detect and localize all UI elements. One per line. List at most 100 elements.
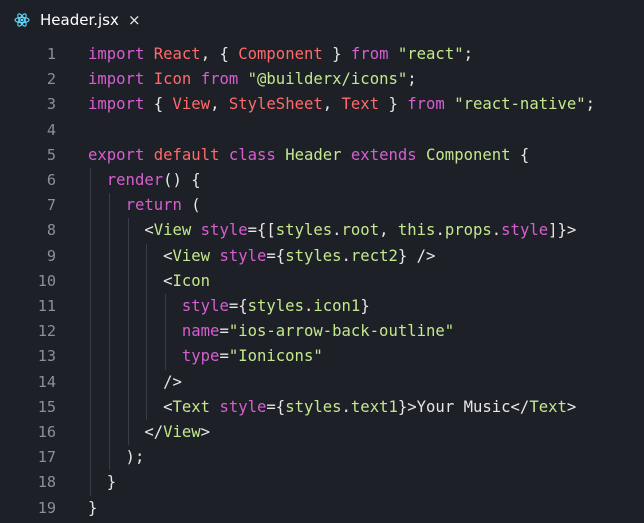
code-token: } <box>322 45 351 63</box>
code-text: import Icon from "@builderx/icons"; <box>88 67 417 92</box>
code-token: Component <box>238 45 323 63</box>
code-text: export default class Header extends Comp… <box>88 143 529 168</box>
line-number: 13 <box>37 347 56 366</box>
code-token: { <box>144 95 173 114</box>
code-line: 13 type="Ionicons" <box>0 344 644 369</box>
code-token: ; <box>407 70 417 89</box>
code-token: View <box>153 221 192 240</box>
code-token: Component <box>426 145 511 164</box>
tab-label: Header.jsx <box>40 11 119 29</box>
code-text: import React, { Component } from "react"… <box>88 42 473 67</box>
code-token: styles <box>285 246 342 265</box>
code-line: 17 ); <box>0 445 644 470</box>
line-number: 11 <box>37 297 56 315</box>
code-token: > <box>200 423 211 441</box>
code-line: 4 <box>0 118 644 143</box>
code-token: from <box>407 95 445 114</box>
code-token: ={ <box>228 297 248 315</box>
code-token: type <box>181 347 220 366</box>
code-token: render <box>106 171 164 189</box>
code-token: View <box>163 423 201 441</box>
code-token: props <box>444 221 492 240</box>
code-token: , { <box>200 45 239 63</box>
code-token: < <box>88 246 173 265</box>
code-token: "@builderx/icons" <box>247 70 408 89</box>
line-number: 8 <box>46 221 56 240</box>
code-token: Header <box>285 145 342 164</box>
code-token: } <box>360 297 370 315</box>
line-number: 16 <box>37 423 56 441</box>
code-token: "ios-arrow-back-outline" <box>228 322 455 341</box>
code-line: 9 <View style={styles.rect2} /> <box>0 244 644 269</box>
line-number: 17 <box>37 448 56 467</box>
line-number: 18 <box>37 473 56 492</box>
tab-header-jsx[interactable]: Header.jsx × <box>0 0 160 40</box>
code-token: ); <box>88 448 145 467</box>
code-token: icon1 <box>313 297 361 315</box>
close-icon[interactable]: × <box>128 10 141 30</box>
line-number: 14 <box>37 372 56 391</box>
code-text: import { View, StyleSheet, Text } from "… <box>88 92 595 117</box>
line-number: 19 <box>37 498 56 517</box>
code-line: 15 <Text style={styles.text1}>Your Music… <box>0 395 644 420</box>
code-token: import <box>88 45 145 63</box>
code-token: View <box>172 95 211 114</box>
code-token: ; <box>463 45 473 63</box>
line-number: 12 <box>37 322 56 341</box>
code-line: 1 import React, { Component } from "react… <box>0 42 644 67</box>
code-token: () { <box>163 171 201 189</box>
code-token: ( <box>181 196 201 215</box>
code-token: extends <box>350 145 417 164</box>
line-number: 4 <box>46 120 56 139</box>
code-text: <View style={[styles.root, this.props.st… <box>88 218 576 243</box>
line-number: 3 <box>46 95 56 114</box>
code-text: } <box>88 496 97 521</box>
code-token: "react" <box>397 45 464 63</box>
code-token: text1 <box>350 397 398 416</box>
code-token: , <box>210 95 229 114</box>
code-line: 3 import { View, StyleSheet, Text } from … <box>0 92 644 117</box>
code-token: styles <box>275 221 333 240</box>
code-line: 18 } <box>0 470 644 495</box>
code-text: name="ios-arrow-back-outline" <box>88 319 454 344</box>
code-token: Text <box>172 397 211 416</box>
line-number: 10 <box>37 271 56 290</box>
code-text: <View style={styles.rect2} /> <box>88 244 435 269</box>
code-text: ); <box>88 445 145 470</box>
code-token: } <box>88 473 117 492</box>
code-token: Text <box>341 95 380 114</box>
code-editor[interactable]: 1 import React, { Component } from "react… <box>0 40 644 523</box>
line-number: 15 <box>37 397 56 416</box>
code-text: </View> <box>88 420 210 445</box>
code-token: StyleSheet <box>228 95 323 114</box>
code-token: from <box>350 45 389 63</box>
code-text: } <box>88 470 116 495</box>
code-line: 12 name="ios-arrow-back-outline" <box>0 319 644 344</box>
code-token: class <box>228 145 276 164</box>
code-token: "Ionicons" <box>228 347 323 366</box>
code-token: export <box>88 145 145 164</box>
code-token: . <box>435 221 445 240</box>
code-token: View <box>172 246 211 265</box>
code-text: /> <box>88 370 182 395</box>
code-token: }>Your Music</ <box>397 397 530 416</box>
react-atom-icon <box>14 13 30 27</box>
line-number: 6 <box>46 171 56 189</box>
code-token: "react-native" <box>454 95 586 114</box>
code-token: ={ <box>266 397 286 416</box>
code-token: import <box>88 95 145 114</box>
code-token: style <box>219 397 267 416</box>
code-token: root <box>341 221 380 240</box>
code-token: styles <box>247 297 304 315</box>
code-token: style <box>200 221 248 240</box>
code-line: 6 render() { <box>0 168 644 193</box>
